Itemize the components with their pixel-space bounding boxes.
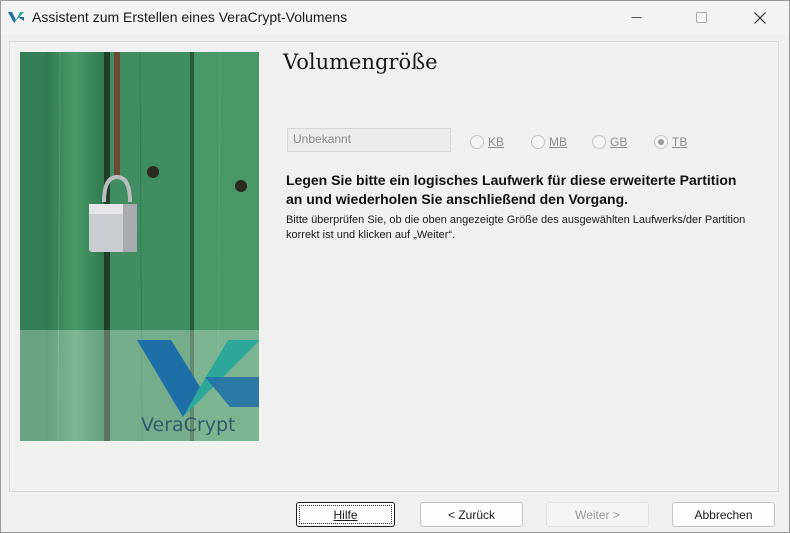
- unit-label: KB: [488, 135, 505, 149]
- maximize-icon: [695, 12, 707, 23]
- back-button-label: < Zurück: [447, 507, 495, 522]
- volume-size-field: Unbekannt: [287, 128, 451, 152]
- radio-circle: [592, 135, 606, 149]
- minimize-icon: [631, 17, 641, 18]
- wizard-sidebar-image: VeraCrypt: [20, 52, 259, 441]
- title-bar[interactable]: Assistent zum Erstellen eines VeraCrypt-…: [1, 1, 789, 34]
- minimize-button[interactable]: [613, 1, 659, 34]
- unit-label: GB: [610, 135, 628, 149]
- next-button-label: Weiter >: [575, 507, 620, 522]
- radio-circle: [531, 135, 545, 149]
- page-title: Volumengröße: [283, 50, 438, 74]
- close-button[interactable]: [737, 1, 783, 34]
- back-button[interactable]: < Zurück: [420, 502, 523, 527]
- radio-circle: [654, 135, 668, 149]
- unit-radio-mb: MB: [531, 135, 567, 149]
- close-icon: [754, 11, 766, 24]
- unit-radio-kb: KB: [470, 135, 504, 149]
- unit-radio-gb: GB: [592, 135, 627, 149]
- maximize-button[interactable]: [678, 1, 724, 34]
- unit-radio-tb: TB: [654, 135, 687, 149]
- window-title: Assistent zum Erstellen eines VeraCrypt-…: [32, 9, 348, 25]
- instruction-message: Legen Sie bitte ein logisches Laufwerk f…: [286, 172, 737, 207]
- cancel-button[interactable]: Abbrechen: [672, 502, 775, 527]
- focus-rectangle: [299, 505, 392, 524]
- unit-label: MB: [549, 135, 567, 149]
- cancel-button-label: Abbrechen: [694, 507, 753, 522]
- radio-circle: [470, 135, 484, 149]
- next-button: Weiter >: [546, 502, 649, 527]
- wizard-window: Assistent zum Erstellen eines VeraCrypt-…: [0, 0, 790, 533]
- veracrypt-app-icon: [8, 12, 24, 23]
- help-button[interactable]: Hilfe: [296, 502, 395, 527]
- unit-label: TB: [672, 135, 688, 149]
- veracrypt-logo-text: VeraCrypt: [141, 414, 236, 436]
- info-message: Bitte überprüfen Sie, ob die oben angeze…: [286, 214, 746, 241]
